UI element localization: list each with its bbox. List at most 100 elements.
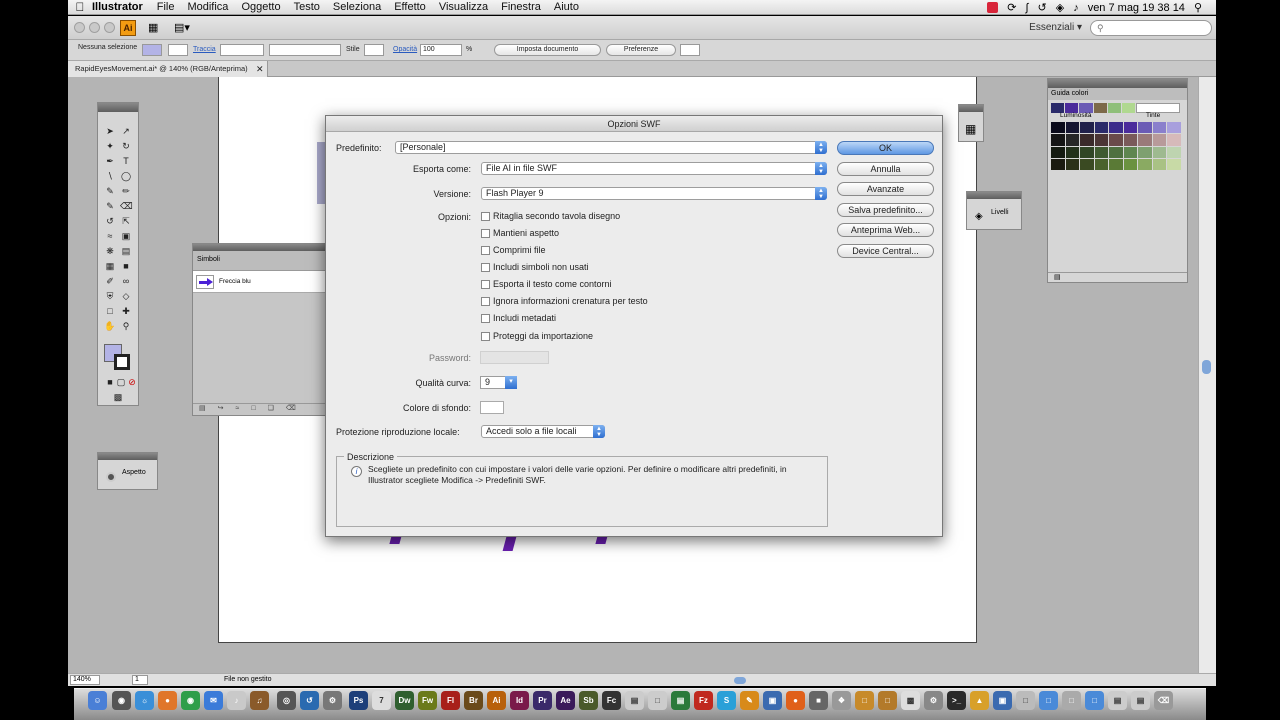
record-icon[interactable]	[987, 2, 999, 13]
menu-visualizza[interactable]: Visualizza	[439, 1, 488, 13]
document-tab[interactable]: RapidEyesMovement.ai* @ 140% (RGB/Antepr…	[68, 61, 268, 77]
color-variation-swatch[interactable]	[1065, 158, 1080, 170]
option-ignore-kerning[interactable]: Ignora informazioni crenatura per testo	[481, 296, 648, 306]
illustrator-app-icon[interactable]: Ai	[487, 691, 506, 710]
opacity-label[interactable]: Opacità	[393, 46, 417, 53]
pencil-tool-icon[interactable]: ✏	[120, 185, 132, 197]
screen-mode-icon[interactable]: ▩	[112, 391, 124, 403]
color-variation-swatch[interactable]	[1138, 134, 1152, 146]
color-variation-swatch[interactable]	[1138, 146, 1152, 158]
symbol-item[interactable]: Freccia blu	[193, 271, 325, 293]
sync-icon[interactable]: ⟳	[1007, 1, 1016, 14]
stroke-color-swatch[interactable]	[114, 354, 130, 370]
vertical-scroll-thumb[interactable]	[1202, 360, 1211, 374]
photoshop-icon[interactable]: Ps	[349, 691, 368, 710]
zoom-window-icon[interactable]	[104, 22, 115, 33]
menu-modifica[interactable]: Modifica	[187, 1, 228, 13]
eraser-tool-icon[interactable]: ⌫	[120, 200, 133, 212]
new-symbol-icon[interactable]: ❏	[268, 405, 286, 412]
color-variation-swatch[interactable]	[1080, 122, 1094, 134]
vertical-scrollbar[interactable]	[1198, 77, 1216, 673]
bridge-app-icon[interactable]: Br	[464, 691, 483, 710]
app-icon[interactable]: ●	[786, 691, 805, 710]
cancel-button[interactable]: Annulla	[837, 162, 934, 176]
menu-finestra[interactable]: Finestra	[501, 1, 541, 13]
color-variation-swatch[interactable]	[1109, 134, 1123, 146]
file-status[interactable]: File non gestito	[224, 676, 271, 683]
ellipse-tool-icon[interactable]: ◯	[120, 170, 132, 182]
mail-icon[interactable]: ✉	[204, 691, 223, 710]
color-variation-swatch[interactable]	[1080, 146, 1094, 158]
lasso-tool-icon[interactable]: ↻	[120, 140, 132, 152]
color-variation-swatch[interactable]	[1167, 122, 1181, 134]
style-select[interactable]	[364, 44, 384, 56]
appearance-panel-titlebar[interactable]	[98, 453, 157, 460]
folder-icon[interactable]: □	[1085, 691, 1104, 710]
itunes-icon[interactable]: ♪	[227, 691, 246, 710]
color-variation-swatch[interactable]	[1094, 122, 1109, 134]
skype-icon[interactable]: S	[717, 691, 736, 710]
menu-oggetto[interactable]: Oggetto	[241, 1, 280, 13]
checkbox[interactable]	[481, 313, 490, 323]
system-preferences-icon[interactable]: ⚙	[924, 691, 943, 710]
option-clip-to-artboard[interactable]: Ritaglia secondo tavola disegno	[481, 211, 620, 221]
app-icon[interactable]: □	[1016, 691, 1035, 710]
app-icon[interactable]: ■	[809, 691, 828, 710]
notes-icon[interactable]: ✎	[740, 691, 759, 710]
tools-panel-titlebar[interactable]	[98, 103, 138, 112]
blend-tool-icon[interactable]: ∞	[120, 275, 132, 287]
workspace-switcher[interactable]: Essenziali ▾	[1029, 22, 1082, 33]
advanced-button[interactable]: Avanzate	[837, 182, 934, 196]
color-variation-swatch[interactable]	[1065, 146, 1080, 158]
paintbrush-tool-icon[interactable]: ✎	[104, 185, 116, 197]
color-variation-swatch[interactable]	[1094, 158, 1109, 170]
curve-quality-field[interactable]: 9 ▾	[480, 376, 517, 389]
menu-aiuto[interactable]: Aiuto	[554, 1, 579, 13]
bridge-icon[interactable]: ▦	[148, 21, 158, 34]
color-variation-swatch[interactable]	[1109, 146, 1123, 158]
opacity-field[interactable]: 100	[420, 44, 462, 56]
app-icon[interactable]: □	[878, 691, 897, 710]
color-guide-titlebar[interactable]	[1048, 79, 1187, 88]
wifi-icon[interactable]: ◈	[1056, 1, 1064, 14]
document-icon[interactable]: ▤	[1131, 691, 1150, 710]
app-icon[interactable]: ❖	[832, 691, 851, 710]
soundbooth-icon[interactable]: Sb	[579, 691, 598, 710]
hand-tool-icon[interactable]: ✋	[104, 320, 116, 332]
scale-tool-icon[interactable]: ⇱	[120, 215, 132, 227]
export-as-select[interactable]: File AI in file SWF ▲ ▼	[481, 162, 827, 175]
time-machine-icon[interactable]: ↺	[300, 691, 319, 710]
color-variation-swatch[interactable]	[1167, 146, 1181, 158]
stroke-label[interactable]: Traccia	[193, 46, 216, 53]
color-variation-swatch[interactable]	[1109, 122, 1123, 134]
menu-effetto[interactable]: Effetto	[394, 1, 426, 13]
numbers-icon[interactable]: ▤	[671, 691, 690, 710]
spotlight-icon[interactable]: ⚲	[1194, 1, 1202, 14]
firefox-icon[interactable]: ●	[158, 691, 177, 710]
color-variation-swatch[interactable]	[1094, 134, 1109, 146]
flash-icon[interactable]: Fl	[441, 691, 460, 710]
folder-icon[interactable]: □	[1062, 691, 1081, 710]
warp-tool-icon[interactable]: ≈	[104, 230, 116, 242]
dreamweaver-icon[interactable]: Dw	[395, 691, 414, 710]
option-preserve-appearance[interactable]: Mantieni aspetto	[481, 228, 559, 238]
app-icon[interactable]: ▩	[901, 691, 920, 710]
document-setup-button[interactable]: Imposta documento	[494, 44, 601, 56]
color-variation-swatch[interactable]	[1152, 122, 1167, 134]
preview-icon[interactable]: □	[648, 691, 667, 710]
symbols-panel-title[interactable]: Simboli	[197, 256, 220, 263]
symbol-library-icon[interactable]: ▤	[199, 405, 218, 412]
option-compress-file[interactable]: Comprimi file	[481, 245, 546, 255]
appearance-panel-collapsed[interactable]: Aspetto	[97, 452, 158, 490]
delete-symbol-icon[interactable]: ⌫	[286, 405, 308, 412]
free-transform-tool-icon[interactable]: ▣	[120, 230, 132, 242]
app-icon[interactable]: □	[855, 691, 874, 710]
folder-icon[interactable]: □	[1039, 691, 1058, 710]
horizontal-scroll-thumb[interactable]	[734, 677, 746, 684]
close-window-icon[interactable]	[74, 22, 85, 33]
indesign-icon[interactable]: Id	[510, 691, 529, 710]
dashboard-icon[interactable]: ◉	[112, 691, 131, 710]
color-variation-swatch[interactable]	[1152, 146, 1167, 158]
minimize-window-icon[interactable]	[89, 22, 100, 33]
color-variation-swatch[interactable]	[1051, 146, 1065, 158]
